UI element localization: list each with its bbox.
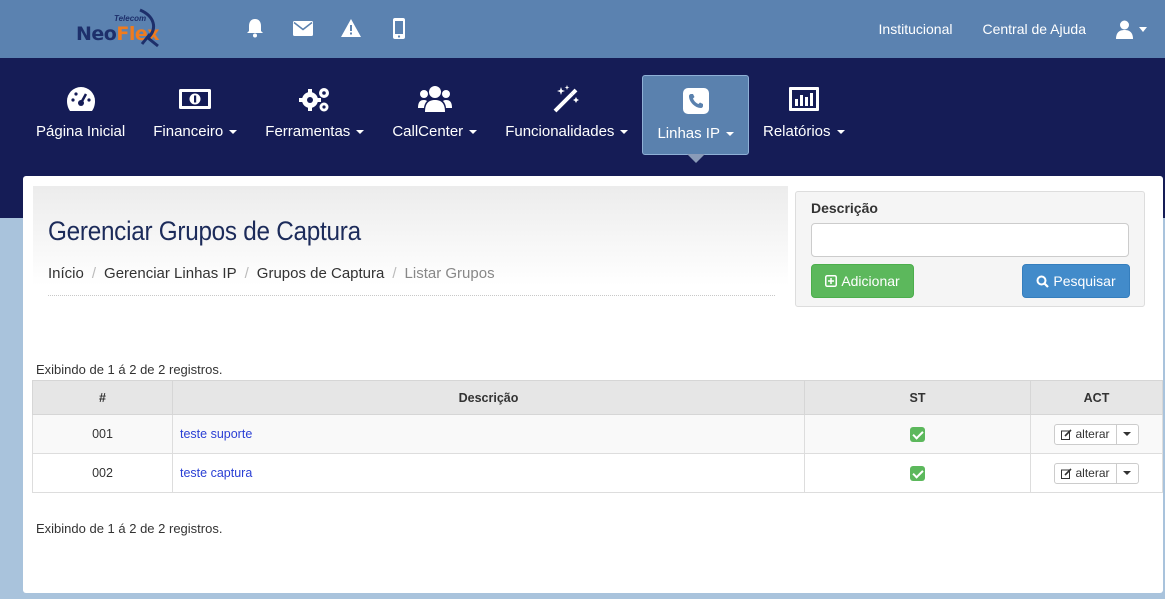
- breadcrumb-inicio[interactable]: Início: [48, 265, 84, 282]
- nav-label: CallCenter: [392, 123, 464, 140]
- row-description-cell: teste suporte: [172, 414, 805, 454]
- check-square-icon: [910, 426, 925, 442]
- breadcrumb-current: Listar Grupos: [404, 265, 495, 282]
- page-title: Gerenciar Grupos de Captura: [48, 216, 361, 246]
- top-bar: Telecom NeoFlex Institucional Central de…: [0, 0, 1165, 58]
- users-icon: [417, 84, 452, 114]
- column-header-actions: ACT: [1030, 380, 1163, 415]
- nav-item-ferramentas[interactable]: Ferramentas: [251, 74, 378, 154]
- groups-table: # Descrição ST ACT 001 teste suporte alt…: [32, 380, 1163, 493]
- warning-icon[interactable]: [339, 16, 363, 40]
- alterar-button[interactable]: alterar: [1055, 464, 1115, 483]
- user-menu[interactable]: [1116, 20, 1147, 39]
- search-button-label: Pesquisar: [1053, 273, 1116, 289]
- plus-square-icon: [825, 275, 838, 287]
- column-header-number: #: [32, 380, 173, 415]
- bell-icon[interactable]: [243, 16, 267, 40]
- row-description-link[interactable]: teste captura: [180, 466, 252, 480]
- row-actions-cell: alterar: [1030, 453, 1163, 493]
- nav-item-financeiro[interactable]: Financeiro: [139, 74, 251, 154]
- table-row: 002 teste captura alterar: [32, 453, 1163, 493]
- nav-label: Funcionalidades: [505, 123, 615, 140]
- row-number: 001: [32, 414, 173, 454]
- row-description-link[interactable]: teste suporte: [180, 427, 252, 441]
- mobile-icon[interactable]: [387, 16, 411, 40]
- action-dropdown-toggle[interactable]: [1115, 463, 1138, 483]
- search-panel: Descrição Adicionar Pesquisar: [795, 191, 1145, 307]
- content-panel: Gerenciar Grupos de Captura Início / Ger…: [23, 176, 1163, 593]
- logo-swoosh-icon: [139, 8, 159, 48]
- nav-item-callcenter[interactable]: CallCenter: [378, 74, 491, 154]
- search-icon: [1036, 275, 1050, 288]
- edit-icon: [1061, 428, 1073, 440]
- nav-item-funcionalidades[interactable]: Funcionalidades: [491, 74, 642, 154]
- envelope-icon[interactable]: [291, 16, 315, 40]
- alterar-label: alterar: [1075, 427, 1110, 441]
- nav-label: Ferramentas: [265, 123, 351, 140]
- row-actions-cell: alterar: [1030, 414, 1163, 454]
- column-header-description: Descrição: [172, 380, 805, 415]
- breadcrumb-linhas-ip[interactable]: Gerenciar Linhas IP: [104, 265, 237, 282]
- chevron-down-icon: [725, 131, 734, 136]
- user-icon: [1116, 20, 1133, 39]
- bar-chart-icon: [788, 84, 819, 114]
- nav-label: Página Inicial: [36, 123, 126, 140]
- nav-label: Relatórios: [762, 123, 831, 140]
- nav-item-relatorios[interactable]: Relatórios: [749, 74, 859, 154]
- phone-icon: [682, 86, 709, 116]
- chevron-down-icon: [229, 129, 238, 134]
- breadcrumb-separator: /: [244, 265, 249, 282]
- column-header-status: ST: [804, 380, 1031, 415]
- nav-label: Financeiro: [153, 123, 224, 140]
- action-button-group: alterar: [1054, 462, 1139, 484]
- action-dropdown-toggle[interactable]: [1115, 424, 1138, 444]
- record-count: Exibindo de 1 á 2 de 2 registros.: [36, 362, 223, 377]
- row-description-cell: teste captura: [172, 453, 805, 493]
- chevron-down-icon: [356, 129, 365, 134]
- nav-item-home[interactable]: Página Inicial: [22, 74, 139, 154]
- action-button-group: alterar: [1054, 423, 1139, 445]
- neoflex-logo[interactable]: Telecom NeoFlex: [74, 8, 164, 50]
- alterar-label: alterar: [1075, 466, 1110, 480]
- institucional-link[interactable]: Institucional: [879, 21, 953, 37]
- nav-label: Linhas IP: [657, 125, 720, 142]
- chevron-down-icon: [1123, 471, 1131, 475]
- breadcrumb-grupos[interactable]: Grupos de Captura: [257, 265, 385, 282]
- chevron-down-icon: [1123, 432, 1131, 436]
- chevron-down-icon: [469, 129, 478, 134]
- chevron-down-icon: [1139, 26, 1147, 32]
- description-input[interactable]: [811, 223, 1129, 257]
- magic-wand-icon: [552, 84, 582, 114]
- breadcrumb: Início / Gerenciar Linhas IP / Grupos de…: [48, 265, 495, 282]
- divider: [48, 295, 775, 296]
- dashboard-icon: [66, 84, 96, 114]
- record-count-bottom: Exibindo de 1 á 2 de 2 registros.: [36, 521, 223, 536]
- table-row: 001 teste suporte alterar: [32, 414, 1163, 454]
- add-button[interactable]: Adicionar: [811, 264, 914, 298]
- row-status-cell: [804, 414, 1031, 454]
- nav-item-linhas-ip[interactable]: Linhas IP: [642, 75, 749, 163]
- page-header: Gerenciar Grupos de Captura Início / Ger…: [33, 186, 788, 296]
- chevron-down-icon: [836, 129, 845, 134]
- gears-icon: [298, 84, 331, 114]
- money-icon: [179, 84, 212, 114]
- breadcrumb-separator: /: [91, 265, 97, 282]
- table-header-row: # Descrição ST ACT: [32, 380, 1163, 415]
- search-button[interactable]: Pesquisar: [1022, 264, 1130, 298]
- add-button-label: Adicionar: [841, 273, 900, 289]
- row-number: 002: [32, 453, 173, 493]
- search-label: Descrição: [811, 200, 878, 216]
- help-center-link[interactable]: Central de Ajuda: [982, 21, 1086, 37]
- breadcrumb-separator: /: [392, 265, 397, 282]
- chevron-down-icon: [620, 129, 629, 134]
- check-square-icon: [910, 465, 925, 481]
- row-status-cell: [804, 453, 1031, 493]
- edit-icon: [1061, 467, 1073, 479]
- alterar-button[interactable]: alterar: [1055, 425, 1115, 444]
